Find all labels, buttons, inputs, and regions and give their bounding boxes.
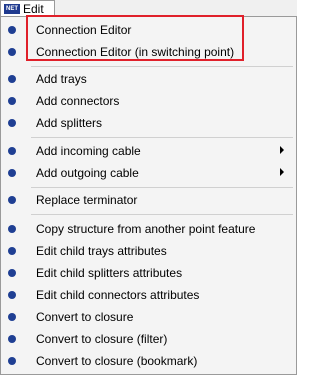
- menu-separator: [31, 187, 293, 188]
- menu-item-replace-terminator[interactable]: Replace terminator: [0, 189, 295, 211]
- bullet-icon: [8, 313, 16, 321]
- net-app-icon: NET: [4, 4, 20, 14]
- menu-item-add-connectors[interactable]: Add connectors: [0, 90, 295, 112]
- menu-item-edit-child-trays[interactable]: Edit child trays attributes: [0, 240, 295, 262]
- bullet-icon: [8, 225, 16, 233]
- bullet-icon: [8, 147, 16, 155]
- menu-item-add-outgoing-cable[interactable]: Add outgoing cable: [0, 162, 295, 184]
- menu-item-label: Edit child trays attributes: [36, 244, 167, 258]
- menu-item-label: Add outgoing cable: [36, 166, 139, 180]
- menu-item-label: Add connectors: [36, 94, 120, 108]
- bullet-icon: [8, 26, 16, 34]
- menu-item-label: Edit child connectors attributes: [36, 288, 200, 302]
- bullet-icon: [8, 357, 16, 365]
- bullet-icon: [8, 196, 16, 204]
- menu-item-label: Replace terminator: [36, 193, 138, 207]
- menu-item-convert-to-closure-filter[interactable]: Convert to closure (filter): [0, 328, 295, 350]
- highlight-box: [26, 15, 244, 61]
- submenu-arrow-icon: [280, 146, 284, 154]
- bullet-icon: [8, 335, 16, 343]
- menu-item-label: Convert to closure (filter): [36, 332, 168, 346]
- menu-item-copy-structure[interactable]: Copy structure from another point featur…: [0, 218, 295, 240]
- menu-item-add-incoming-cable[interactable]: Add incoming cable: [0, 140, 295, 162]
- menu-item-convert-to-closure-bookmark[interactable]: Convert to closure (bookmark): [0, 350, 295, 372]
- menu-bar: NET Edit: [0, 0, 297, 16]
- menu-item-label: Add splitters: [36, 116, 103, 130]
- menu-separator: [31, 137, 293, 138]
- menu-separator: [31, 214, 293, 215]
- menu-item-convert-to-closure[interactable]: Convert to closure: [0, 306, 295, 328]
- bullet-icon: [8, 291, 16, 299]
- menu-item-label: Edit child splitters attributes: [36, 266, 183, 280]
- bullet-icon: [8, 119, 16, 127]
- bullet-icon: [8, 169, 16, 177]
- menu-item-label: Add trays: [36, 72, 87, 86]
- menu-item-label: Convert to closure: [36, 310, 134, 324]
- bullet-icon: [8, 269, 16, 277]
- menu-item-label: Add incoming cable: [36, 144, 141, 158]
- menu-separator: [31, 66, 293, 67]
- submenu-arrow-icon: [280, 168, 284, 176]
- menu-item-add-trays[interactable]: Add trays: [0, 68, 295, 90]
- bullet-icon: [8, 247, 16, 255]
- bullet-icon: [8, 97, 16, 105]
- menu-item-label: Copy structure from another point featur…: [36, 222, 256, 236]
- edit-menu-tab[interactable]: NET Edit: [0, 0, 55, 16]
- edit-menu-label: Edit: [23, 2, 44, 16]
- menu-item-label: Convert to closure (bookmark): [36, 354, 198, 368]
- bullet-icon: [8, 48, 16, 56]
- menu-item-edit-child-connectors[interactable]: Edit child connectors attributes: [0, 284, 295, 306]
- menu-item-edit-child-splitters[interactable]: Edit child splitters attributes: [0, 262, 295, 284]
- bullet-icon: [8, 75, 16, 83]
- menu-item-add-splitters[interactable]: Add splitters: [0, 112, 295, 134]
